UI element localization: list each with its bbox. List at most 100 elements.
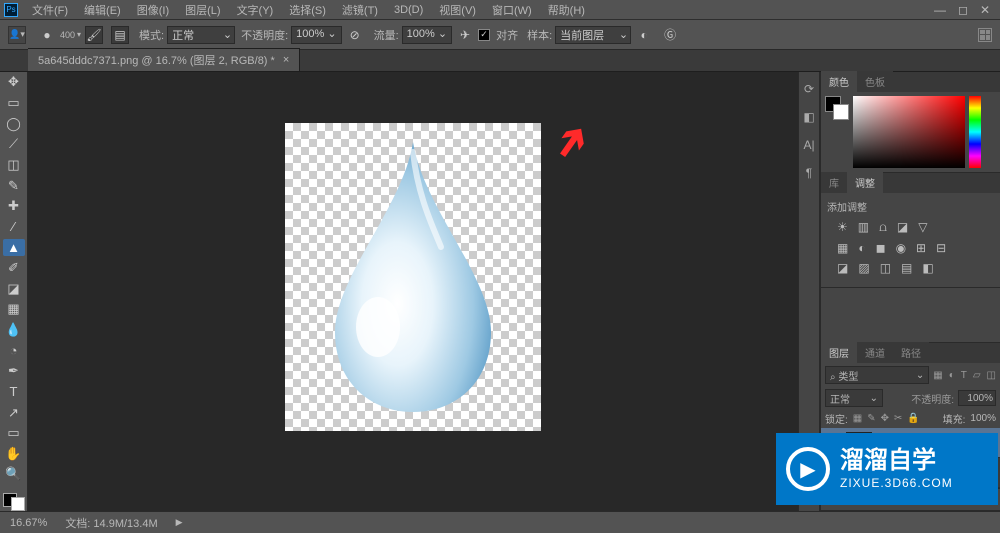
- menu-layer[interactable]: 图层(L): [177, 0, 228, 20]
- fill-field[interactable]: 100%: [970, 413, 996, 424]
- character-panel-icon[interactable]: A|: [803, 138, 814, 152]
- menu-help[interactable]: 帮助(H): [540, 0, 593, 20]
- lock-trans-icon[interactable]: ▦: [853, 413, 862, 424]
- workspace-switcher-icon[interactable]: [978, 28, 992, 42]
- tool-zoom[interactable]: 🔍: [3, 466, 25, 483]
- filter-pixel-icon[interactable]: ▦: [933, 370, 942, 381]
- tool-brush[interactable]: ⁄: [3, 218, 25, 235]
- menu-view[interactable]: 视图(V): [431, 0, 484, 20]
- tool-history-brush[interactable]: ✐: [3, 260, 25, 277]
- tool-dodge[interactable]: ◔: [3, 342, 25, 359]
- layer-filter-select[interactable]: ⌕ 类型⌄: [825, 366, 929, 384]
- brush-panel-icon[interactable]: ▤: [111, 26, 129, 44]
- tool-pen[interactable]: ✒: [3, 363, 25, 380]
- color-square-picker[interactable]: [853, 96, 965, 168]
- menu-filter[interactable]: 滤镜(T): [334, 0, 386, 20]
- tab-layers[interactable]: 图层: [821, 342, 857, 363]
- blend-mode-select[interactable]: 正常⌄: [167, 26, 235, 44]
- tool-path-select[interactable]: ↗: [3, 404, 25, 421]
- menu-edit[interactable]: 编辑(E): [76, 0, 129, 20]
- threshold-icon[interactable]: ◫: [880, 261, 891, 275]
- tab-color[interactable]: 颜色: [821, 71, 857, 92]
- tool-preset-button[interactable]: 👤▾: [8, 26, 26, 44]
- curves-icon[interactable]: ⩍: [879, 220, 887, 235]
- tab-paths[interactable]: 路径: [893, 342, 929, 363]
- status-docinfo[interactable]: 文档: 14.9M/13.4M: [65, 515, 157, 531]
- layer-blend-select[interactable]: 正常⌄: [825, 389, 883, 407]
- tool-move[interactable]: ✥: [3, 74, 25, 91]
- properties-panel-icon[interactable]: ◧: [803, 110, 814, 124]
- brightness-icon[interactable]: ☀: [837, 220, 848, 235]
- lock-paint-icon[interactable]: ✎: [867, 413, 875, 424]
- layer-opacity-field[interactable]: 100%: [958, 390, 996, 406]
- panel-color-swatches[interactable]: [825, 96, 849, 120]
- window-close-button[interactable]: ✕: [980, 3, 990, 17]
- background-color-icon[interactable]: [11, 497, 25, 511]
- lock-artboard-icon[interactable]: ✂: [894, 413, 902, 424]
- vibrance-icon[interactable]: ▽: [918, 220, 927, 235]
- ignore-adjustment-icon[interactable]: ◐: [635, 26, 653, 44]
- balance-icon[interactable]: ◐: [858, 241, 865, 255]
- brush-settings-icon[interactable]: 🖌: [85, 26, 103, 44]
- menu-window[interactable]: 窗口(W): [484, 0, 540, 20]
- tool-gradient[interactable]: ▦: [3, 301, 25, 318]
- hue-slider[interactable]: [969, 96, 981, 168]
- opacity-field[interactable]: 100% ⌄: [291, 26, 341, 44]
- filter-smart-icon[interactable]: ◫: [987, 370, 996, 381]
- menu-image[interactable]: 图像(I): [129, 0, 177, 20]
- status-zoom[interactable]: 16.67%: [10, 517, 47, 529]
- gradient-map-icon[interactable]: ▤: [901, 261, 912, 275]
- tab-adjustments[interactable]: 调整: [847, 172, 883, 193]
- tool-eyedropper[interactable]: ✎: [3, 177, 25, 194]
- airbrush-icon[interactable]: ✈: [456, 26, 474, 44]
- paragraph-panel-icon[interactable]: ¶: [806, 166, 812, 180]
- sample-select[interactable]: 当前图层⌄: [555, 26, 631, 44]
- menu-select[interactable]: 选择(S): [281, 0, 334, 20]
- menu-file[interactable]: 文件(F): [24, 0, 76, 20]
- tool-rect-marquee[interactable]: ▭: [3, 95, 25, 112]
- filter-type-icon[interactable]: T: [961, 370, 967, 381]
- canvas[interactable]: [285, 123, 541, 431]
- channel-mix-icon[interactable]: ⊞: [916, 241, 926, 255]
- window-restore-button[interactable]: ◻: [958, 3, 968, 17]
- tab-close-button[interactable]: ×: [283, 54, 289, 66]
- history-panel-icon[interactable]: ⟳: [804, 82, 814, 96]
- canvas-area[interactable]: ➔: [28, 72, 798, 511]
- window-minimize-button[interactable]: —: [934, 3, 946, 17]
- tab-swatches[interactable]: 色板: [857, 71, 893, 92]
- lut-icon[interactable]: ⊟: [936, 241, 946, 255]
- document-tab[interactable]: 5a645dddc7371.png @ 16.7% (图层 2, RGB/8) …: [28, 48, 300, 71]
- tool-crop[interactable]: ◫: [3, 157, 25, 174]
- filter-shape-icon[interactable]: ▱: [973, 370, 981, 381]
- tool-blur[interactable]: 💧: [3, 322, 25, 339]
- menu-3d[interactable]: 3D(D): [386, 2, 431, 18]
- hue-icon[interactable]: ▦: [837, 241, 848, 255]
- tab-channels[interactable]: 通道: [857, 342, 893, 363]
- posterize-icon[interactable]: ▨: [858, 261, 869, 275]
- filter-adjust-icon[interactable]: ◐: [949, 370, 955, 381]
- invert-icon[interactable]: ◪: [837, 261, 848, 275]
- selective-icon[interactable]: ◧: [922, 261, 933, 275]
- tool-healing[interactable]: ✚: [3, 198, 25, 215]
- flow-field[interactable]: 100% ⌄: [402, 26, 452, 44]
- color-swatches[interactable]: [3, 493, 25, 511]
- brush-preview-icon[interactable]: ●: [38, 26, 56, 44]
- lock-pos-icon[interactable]: ✥: [881, 413, 889, 424]
- lock-all-icon[interactable]: 🔒: [907, 413, 919, 424]
- tool-hand[interactable]: ✋: [3, 446, 25, 463]
- pressure-size-icon[interactable]: Ⓖ: [661, 26, 679, 44]
- tool-shape[interactable]: ▭: [3, 425, 25, 442]
- tool-eraser[interactable]: ◪: [3, 280, 25, 297]
- tool-clone-stamp[interactable]: ▲: [3, 239, 25, 256]
- photo-filter-icon[interactable]: ◉: [896, 241, 906, 255]
- bw-icon[interactable]: ◼: [876, 241, 886, 255]
- aligned-checkbox[interactable]: ✓: [478, 29, 490, 41]
- tool-lasso[interactable]: ◯: [3, 115, 25, 132]
- opacity-dynamics-icon[interactable]: ⊘: [346, 26, 364, 44]
- exposure-icon[interactable]: ◪: [897, 220, 908, 235]
- tab-libraries[interactable]: 库: [821, 172, 847, 193]
- tool-quick-select[interactable]: ⟋: [3, 136, 25, 153]
- levels-icon[interactable]: ▥: [858, 220, 869, 235]
- tool-type[interactable]: T: [3, 384, 25, 401]
- menu-type[interactable]: 文字(Y): [229, 0, 282, 20]
